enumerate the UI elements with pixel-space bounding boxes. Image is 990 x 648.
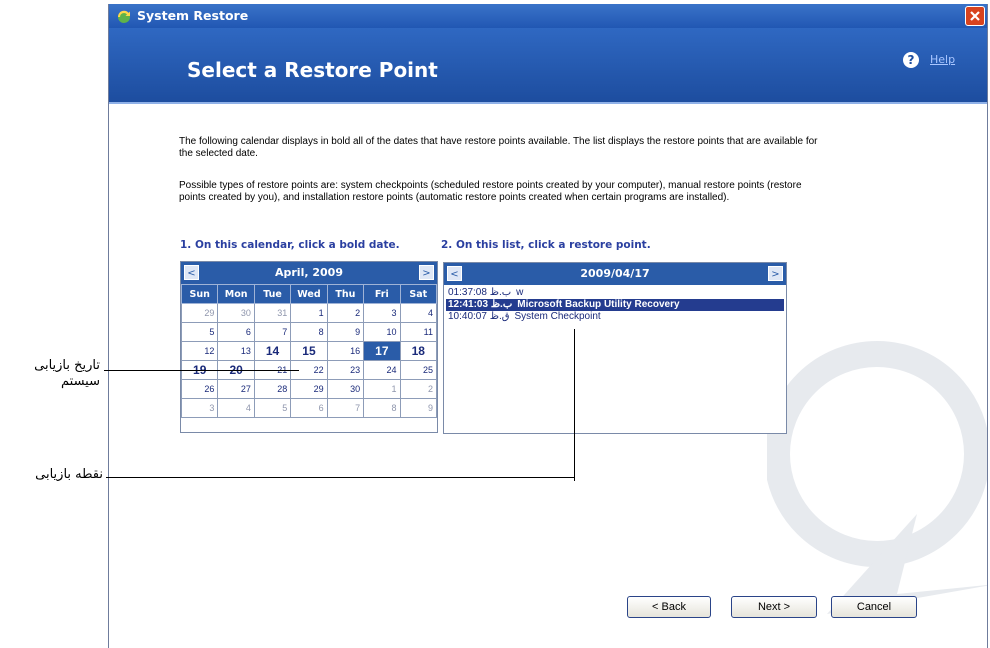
cancel-button[interactable]: Cancel bbox=[831, 596, 917, 618]
restore-point-item[interactable]: 12:41:03 ب.ظ Microsoft Backup Utility Rec… bbox=[446, 299, 784, 311]
calendar-next-button[interactable]: > bbox=[419, 265, 434, 280]
calendar-day[interactable]: 9 bbox=[326, 322, 365, 342]
calendar-day[interactable]: 1 bbox=[290, 303, 328, 323]
restore-point-time: 12:41:03 ب.ظ bbox=[448, 299, 513, 310]
annotation-connector-vertical bbox=[574, 329, 575, 481]
back-button-label: < Back bbox=[652, 601, 686, 613]
next-button-label: Next > bbox=[757, 601, 791, 613]
restore-point-item[interactable]: 01:37:08 ب.ظ w bbox=[446, 287, 784, 299]
annotation-connector-point bbox=[106, 477, 574, 478]
calendar-day[interactable]: 3 bbox=[363, 303, 401, 323]
calendar-day[interactable]: 6 bbox=[290, 398, 328, 418]
calendar-day[interactable]: 5 bbox=[253, 398, 292, 418]
calendar-day[interactable]: 12 bbox=[180, 341, 219, 361]
calendar-day[interactable]: 4 bbox=[399, 303, 438, 323]
restore-point-item[interactable]: 10:40:07 ق.ظ System Checkpoint bbox=[446, 311, 784, 323]
calendar-day[interactable]: 1 bbox=[363, 379, 401, 399]
calendar-day[interactable]: 9 bbox=[399, 398, 438, 418]
calendar-day[interactable]: 8 bbox=[363, 398, 401, 418]
calendar-day[interactable]: 30 bbox=[217, 303, 255, 323]
title-bar: System Restore bbox=[109, 4, 987, 28]
annotation-restore-point: نقطه بازیابی bbox=[35, 467, 103, 482]
calendar-day[interactable]: 28 bbox=[253, 379, 292, 399]
help-link[interactable]: Help bbox=[930, 53, 955, 66]
next-button[interactable]: Next > bbox=[731, 596, 817, 618]
calendar-month-label: April, 2009 bbox=[275, 266, 343, 279]
annotation-restore-date: تاریخ بازیابی سیستم bbox=[0, 358, 100, 390]
calendar-day[interactable]: 26 bbox=[180, 379, 219, 399]
restore-list-date: 2009/04/17 bbox=[580, 267, 650, 280]
weekday-header: Thu bbox=[326, 284, 365, 304]
calendar-day[interactable]: 7 bbox=[326, 398, 365, 418]
calendar-day[interactable]: 25 bbox=[399, 360, 438, 380]
annotation-connector-date bbox=[104, 370, 299, 371]
calendar-day[interactable]: 29 bbox=[180, 303, 219, 323]
calendar-day[interactable]: 7 bbox=[253, 322, 292, 342]
calendar-grid: Sun Mon Tue Wed Thu Fri Sat 29 30 31 1 2 3 4 5 6 7 8 9 10 1… bbox=[180, 284, 438, 418]
calendar-week-row: 3456789 bbox=[180, 398, 438, 418]
back-button[interactable]: < Back bbox=[627, 596, 711, 618]
restore-calendar: < April, 2009 > Sun Mon Tue Wed Thu Fri Sat 29… bbox=[180, 261, 438, 433]
restore-point-name: Microsoft Backup Utility Recovery bbox=[517, 299, 680, 310]
restore-point-name: w bbox=[516, 287, 524, 298]
restore-list-items: 01:37:08 ب.ظ w 12:41:03 ب.ظ Microsoft Backu… bbox=[446, 287, 784, 323]
calendar-day[interactable]: 23 bbox=[326, 360, 365, 380]
weekday-header: Tue bbox=[253, 284, 292, 304]
weekday-header: Wed bbox=[290, 284, 328, 304]
calendar-day[interactable]: 24 bbox=[363, 360, 401, 380]
cancel-button-label: Cancel bbox=[856, 601, 892, 613]
calendar-day[interactable]: 2 bbox=[399, 379, 438, 399]
restore-point-time: 10:40:07 ق.ظ bbox=[448, 311, 510, 322]
close-button[interactable] bbox=[965, 6, 985, 26]
calendar-week-row: 5 6 7 8 9 10 11 bbox=[180, 322, 438, 342]
calendar-week-row: 29 30 31 1 2 3 4 bbox=[180, 303, 438, 323]
close-icon bbox=[970, 11, 980, 21]
calendar-day[interactable]: 13 bbox=[217, 341, 255, 361]
calendar-header: < April, 2009 > bbox=[181, 262, 437, 284]
calendar-day[interactable]: 16 bbox=[326, 341, 365, 361]
calendar-day[interactable]: 3 bbox=[180, 398, 219, 418]
weekday-header: Fri bbox=[363, 284, 401, 304]
intro-paragraph: The following calendar displays in bold … bbox=[179, 136, 818, 159]
weekday-header: Sat bbox=[399, 284, 438, 304]
calendar-day[interactable]: 5 bbox=[180, 322, 219, 342]
calendar-day[interactable]: 6 bbox=[217, 322, 255, 342]
calendar-week-row: 12 13 14 15 16 17 18 bbox=[180, 341, 438, 361]
page-title: Select a Restore Point bbox=[187, 58, 438, 82]
calendar-day[interactable]: 17 bbox=[363, 341, 401, 361]
restore-point-name: System Checkpoint bbox=[514, 311, 601, 322]
calendar-day[interactable]: 31 bbox=[253, 303, 292, 323]
help-icon[interactable]: ? bbox=[903, 52, 919, 68]
header-banner: Select a Restore Point ? Help bbox=[109, 28, 987, 102]
annotation-restore-date-line1: تاریخ بازیابی bbox=[34, 358, 100, 373]
calendar-day[interactable]: 8 bbox=[290, 322, 328, 342]
restore-list-next-button[interactable]: > bbox=[768, 266, 783, 281]
system-restore-window: System Restore Select a Restore Point ? … bbox=[108, 4, 988, 648]
restore-point-time: 01:37:08 ب.ظ bbox=[448, 287, 512, 298]
calendar-day[interactable]: 15 bbox=[290, 341, 328, 361]
types-paragraph: Possible types of restore points are: sy… bbox=[179, 180, 802, 203]
weekday-header: Sun bbox=[180, 284, 219, 304]
restore-point-list: < 2009/04/17 > 01:37:08 ب.ظ w 12:41:03 ب.ظ… bbox=[443, 262, 787, 434]
window-title: System Restore bbox=[137, 8, 249, 23]
restore-list-header: < 2009/04/17 > bbox=[444, 263, 786, 285]
weekday-header: Mon bbox=[217, 284, 255, 304]
step2-label: 2. On this list, click a restore point. bbox=[441, 239, 651, 251]
calendar-week-row: 26 27 28 29 30 1 2 bbox=[180, 379, 438, 399]
annotation-restore-date-line2: سیستم bbox=[61, 374, 100, 389]
calendar-day[interactable]: 2 bbox=[326, 303, 365, 323]
calendar-day[interactable]: 4 bbox=[217, 398, 255, 418]
calendar-day[interactable]: 14 bbox=[253, 341, 292, 361]
calendar-day[interactable]: 27 bbox=[217, 379, 255, 399]
calendar-day[interactable]: 11 bbox=[399, 322, 438, 342]
calendar-day[interactable]: 29 bbox=[290, 379, 328, 399]
calendar-day[interactable]: 18 bbox=[399, 341, 438, 361]
calendar-day[interactable]: 10 bbox=[363, 322, 401, 342]
step1-label: 1. On this calendar, click a bold date. bbox=[180, 239, 400, 251]
calendar-day[interactable]: 30 bbox=[326, 379, 365, 399]
system-restore-icon bbox=[117, 9, 132, 23]
